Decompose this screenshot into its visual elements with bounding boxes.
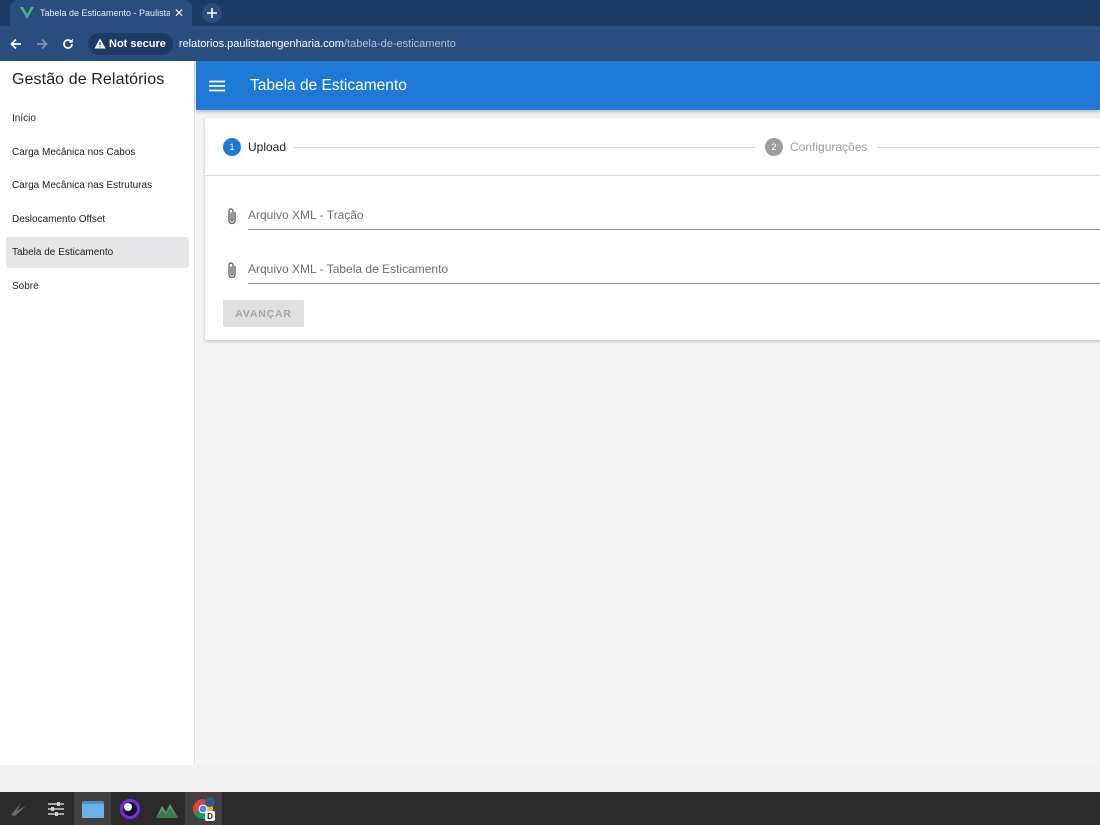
arrow-left-icon [10,38,21,49]
plus-icon [207,8,217,18]
hamburger-menu-icon [209,80,225,91]
launcher-icon[interactable] [0,792,37,825]
chrome-icon[interactable]: D [185,792,222,825]
security-chip[interactable]: Not secure [88,32,173,55]
circle-app-icon[interactable] [111,792,148,825]
files-icon[interactable] [74,792,111,825]
stepper-header: 1 Upload 2 Configurações [205,118,1100,176]
reload-button[interactable] [55,31,81,57]
xml-tracao-input[interactable] [248,200,1100,230]
new-tab-button[interactable] [202,3,222,23]
step-label: Upload [248,140,287,154]
tab-close-icon[interactable]: ✕ [174,7,184,19]
xml-tabela-esticamento-input[interactable] [248,254,1100,284]
svg-text:D: D [207,812,213,821]
address-bar[interactable]: Not secure relatorios.paulistaengenharia… [88,30,1088,57]
url-path: /tabela-de-esticamento [343,37,456,50]
paperclip-icon[interactable] [223,207,241,227]
step-divider [294,147,756,148]
step-divider [877,147,1100,148]
sidebar-item-carga-estruturas[interactable]: Carga Mecânica nas Estruturas [6,170,189,201]
file-field-tabela [223,254,1100,288]
step-configuracoes[interactable]: 2 Configurações [765,138,867,156]
file-field-tracao [223,200,1100,234]
sidebar-item-carga-cabos[interactable]: Carga Mecânica nos Cabos [6,137,189,168]
app-bar: Tabela de Esticamento [196,61,1100,110]
step-upload[interactable]: 1 Upload [223,138,286,156]
page-title: Tabela de Esticamento [250,76,407,94]
step-number-circle: 1 [223,138,241,156]
browser-tab[interactable]: Tabela de Esticamento - Paulista En ✕ [10,0,192,26]
security-label: Not secure [109,37,166,50]
advance-button[interactable]: AVANÇAR [223,300,304,327]
sidebar-item-sobre[interactable]: Sobre [6,271,189,302]
vue-favicon-icon [20,7,34,19]
url-domain: relatorios.paulistaengenharia.com [178,37,344,50]
sidebar-item-tabela-esticamento[interactable]: Tabela de Esticamento [6,237,189,268]
arrow-right-icon [37,38,48,49]
taskbar: D [0,792,1100,825]
nav-list: Início Carga Mecânica nos Cabos Carga Me… [6,103,189,304]
sidebar-item-deslocamento-offset[interactable]: Deslocamento Offset [6,204,189,235]
step-number-circle: 2 [765,138,783,156]
sidebar-item-inicio[interactable]: Início [6,103,189,134]
drawer-title: Gestão de Relatórios [12,71,165,88]
warning-icon [94,38,106,49]
navigation-drawer: Gestão de Relatórios Início Carga Mecâni… [0,61,195,765]
image-viewer-icon[interactable] [148,792,185,825]
browser-tabstrip: Tabela de Esticamento - Paulista En ✕ [0,0,1100,26]
menu-button[interactable] [206,75,228,97]
settings-icon[interactable] [37,792,74,825]
forward-button[interactable] [29,31,55,57]
stepper-card: 1 Upload 2 Configurações AVANÇAR [205,118,1100,340]
reload-icon [63,38,73,49]
step-label: Configurações [790,140,868,154]
paperclip-icon[interactable] [223,261,241,281]
browser-toolbar: Not secure relatorios.paulistaengenharia… [0,26,1100,61]
tab-title: Tabela de Esticamento - Paulista En [40,8,170,18]
back-button[interactable] [3,31,29,57]
page-bottom-strip [0,765,1100,792]
